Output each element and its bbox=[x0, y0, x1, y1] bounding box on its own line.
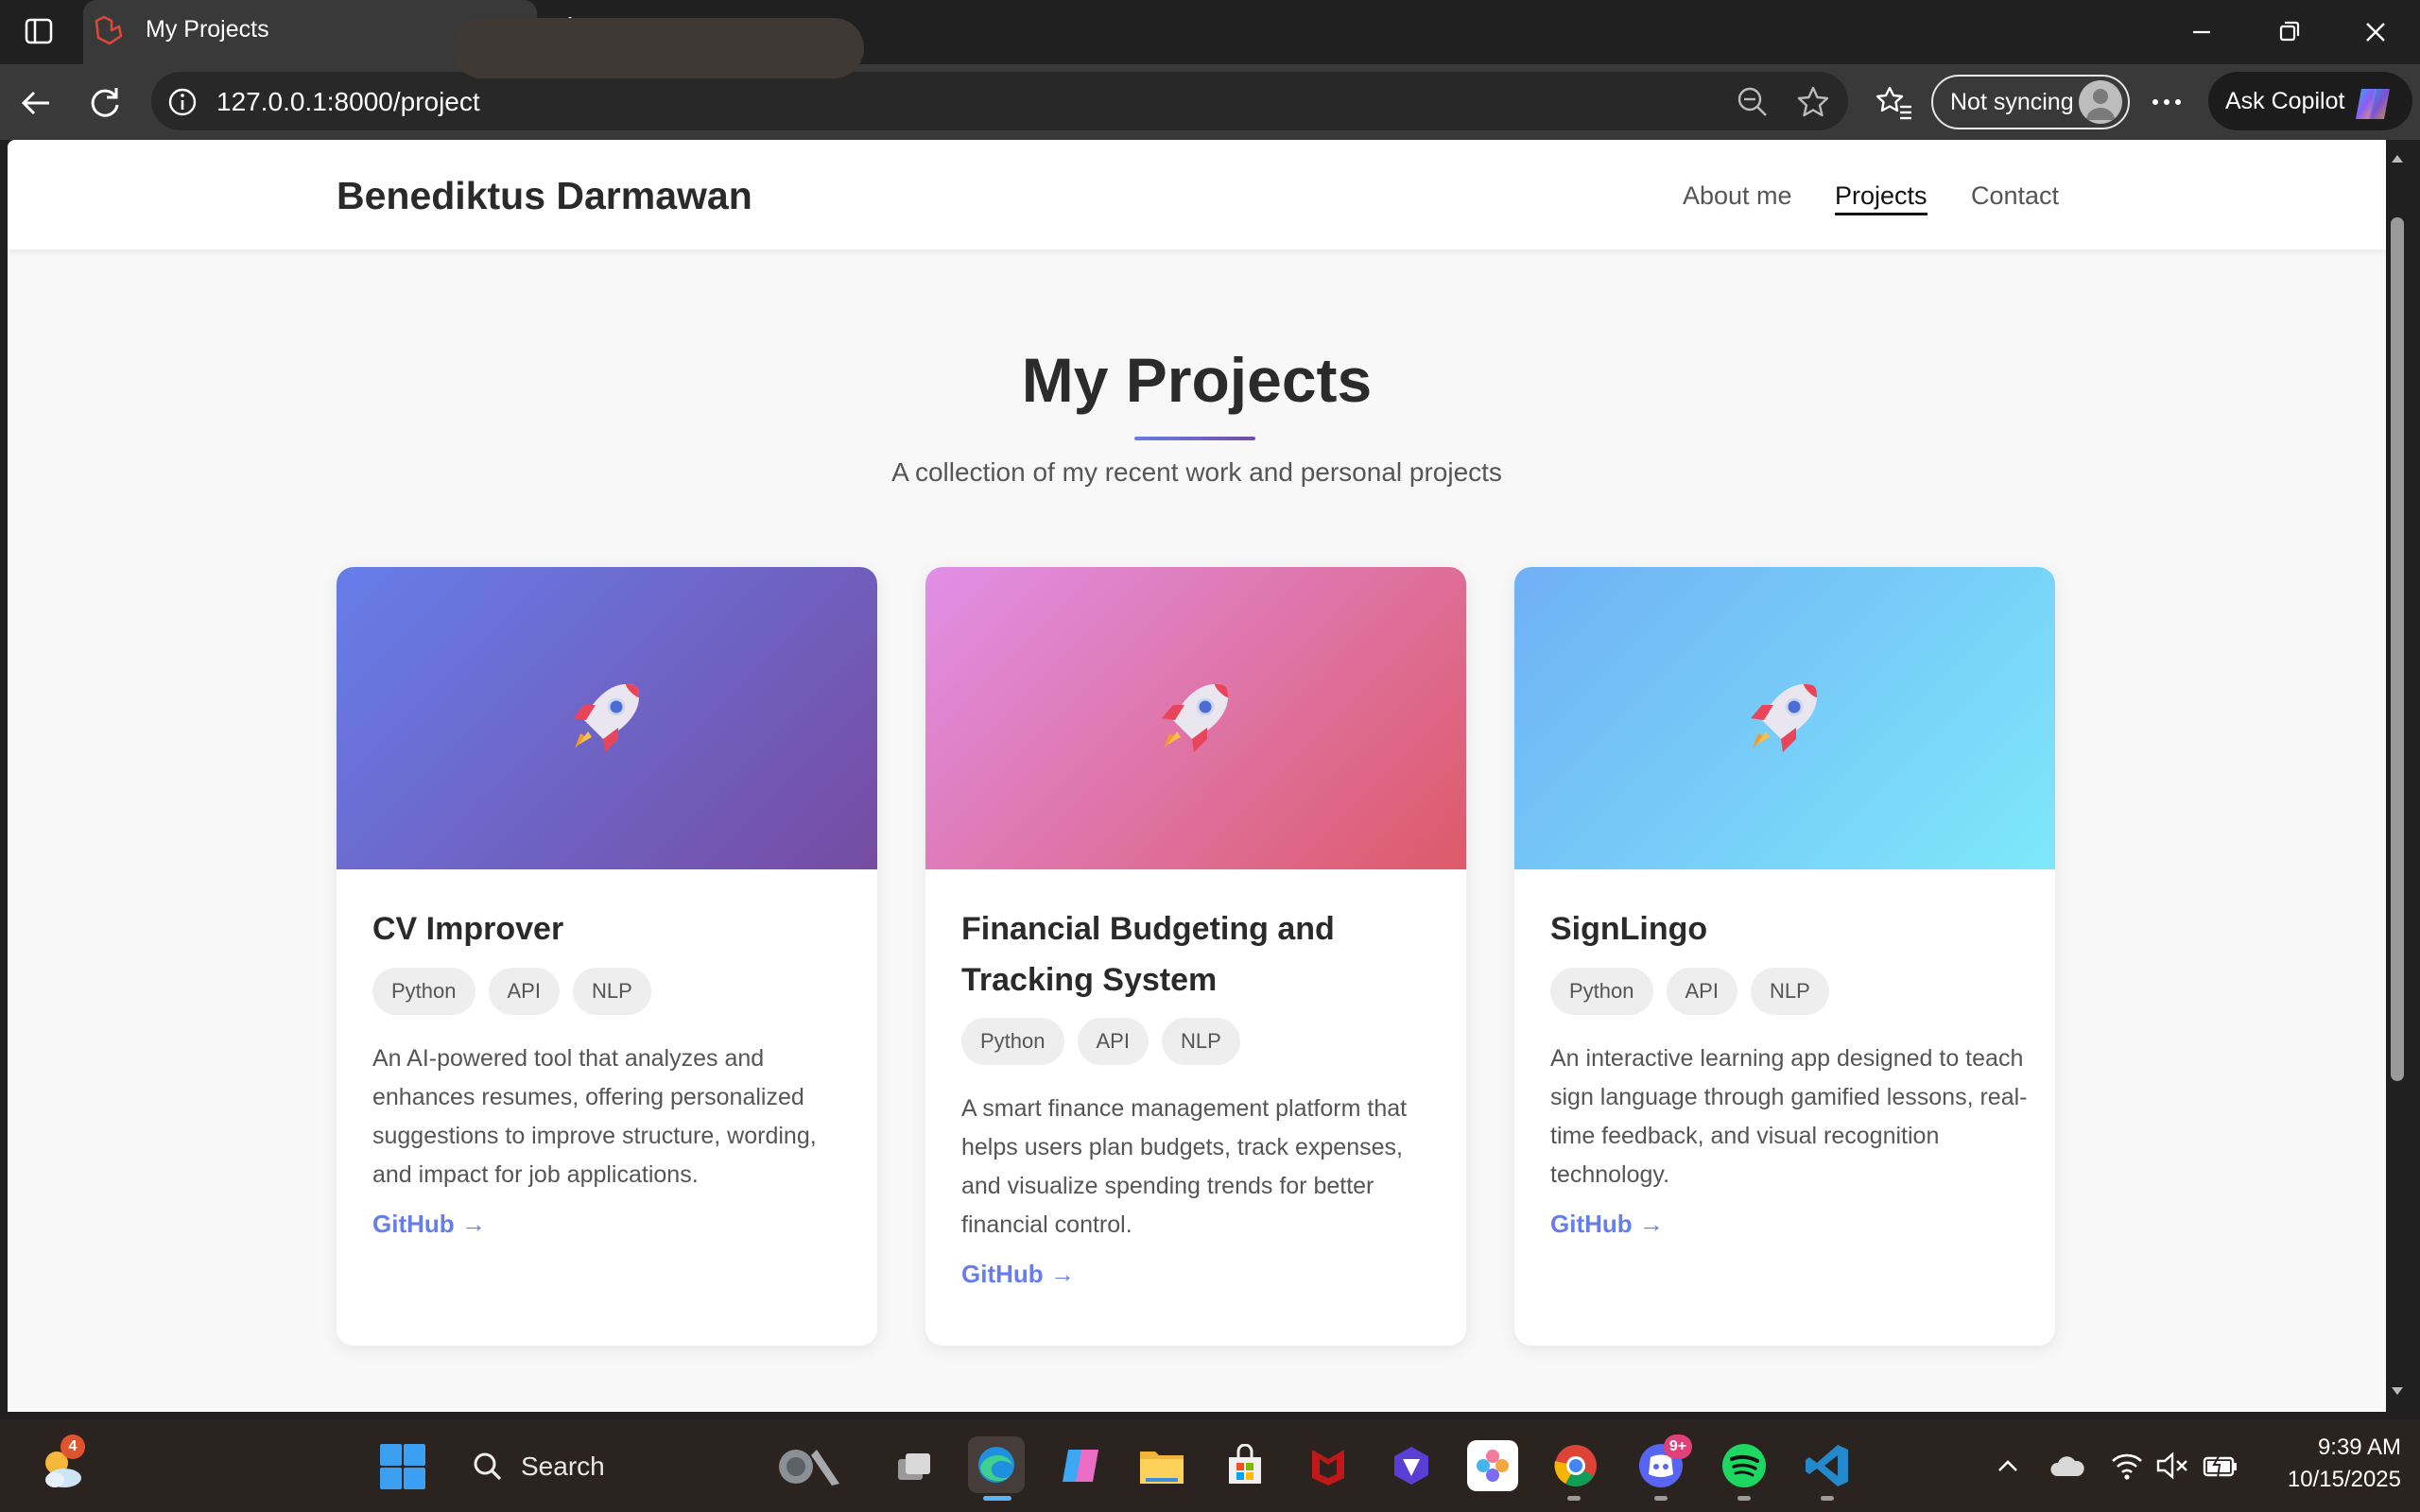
project-card: SignLingo Python API NLP An interactive … bbox=[1514, 567, 2055, 1346]
mcafee-icon[interactable] bbox=[1303, 1440, 1354, 1491]
title-underline bbox=[1134, 437, 1255, 440]
active-app-indicator bbox=[983, 1496, 1011, 1501]
restore-icon[interactable] bbox=[2267, 11, 2310, 53]
site-header: Benediktus Darmawan About me Projects Co… bbox=[8, 140, 2386, 249]
rocket-icon bbox=[1162, 684, 1228, 752]
taskbar-clock-date[interactable]: 10/15/2025 bbox=[2250, 1467, 2401, 1493]
back-icon[interactable] bbox=[17, 83, 57, 123]
running-app-indicator bbox=[1567, 1496, 1581, 1501]
running-app-indicator bbox=[1821, 1496, 1834, 1501]
github-link[interactable]: GitHub → bbox=[1550, 1210, 1664, 1239]
scroll-down-icon[interactable] bbox=[2390, 1383, 2405, 1399]
project-banner bbox=[1514, 567, 2055, 869]
more-menu-icon[interactable] bbox=[2148, 83, 2186, 121]
tag-api: API bbox=[488, 968, 560, 1015]
battery-charging-icon[interactable] bbox=[2203, 1450, 2238, 1482]
taskbar-search-placeholder: Search bbox=[521, 1452, 605, 1481]
project-description: An AI-powered tool that analyzes and enh… bbox=[372, 1045, 817, 1188]
close-window-icon[interactable] bbox=[2354, 11, 2397, 53]
github-link[interactable]: GitHub → bbox=[372, 1210, 486, 1239]
tag-python: Python bbox=[961, 1018, 1064, 1065]
page-subtitle: A collection of my recent work and perso… bbox=[891, 457, 1502, 487]
tag-api: API bbox=[1077, 1018, 1149, 1065]
tag-nlp: NLP bbox=[572, 968, 651, 1015]
page-viewport: Benediktus Darmawan About me Projects Co… bbox=[8, 140, 2386, 1412]
sidebar-toggle-icon[interactable] bbox=[21, 13, 57, 49]
site-brand[interactable]: Benediktus Darmawan bbox=[337, 174, 752, 218]
windows-start-icon[interactable] bbox=[378, 1442, 427, 1491]
url-text: 127.0.0.1:8000/project bbox=[216, 87, 480, 116]
chevron-up-icon[interactable] bbox=[1993, 1452, 2023, 1482]
refresh-icon[interactable] bbox=[85, 83, 125, 123]
site-info-icon[interactable] bbox=[166, 86, 199, 118]
running-app-indicator bbox=[1737, 1496, 1751, 1501]
microsoft-store-icon[interactable] bbox=[1219, 1440, 1270, 1491]
rocket-icon bbox=[1751, 684, 1817, 752]
sync-status-label: Not syncing bbox=[1950, 89, 2074, 115]
edge-taskbar-icon[interactable] bbox=[968, 1436, 1025, 1493]
discord-badge: 9+ bbox=[1664, 1435, 1692, 1459]
project-description: An interactive learning app designed to … bbox=[1550, 1045, 2028, 1188]
tag-nlp: NLP bbox=[1161, 1018, 1240, 1065]
favorite-star-icon[interactable] bbox=[1795, 84, 1831, 120]
browser-toolbar: 127.0.0.1:8000/project Not syncing Ask C… bbox=[0, 64, 2420, 140]
onedrive-icon[interactable] bbox=[2049, 1452, 2085, 1480]
proton-vpn-icon[interactable] bbox=[1386, 1440, 1437, 1491]
project-title: Financial Budgeting and Tracking System bbox=[961, 911, 1335, 998]
project-tags: Python API NLP bbox=[1550, 968, 1829, 1015]
tag-nlp: NLP bbox=[1750, 968, 1829, 1015]
weather-badge: 4 bbox=[60, 1435, 85, 1459]
tag-api: API bbox=[1666, 968, 1737, 1015]
project-title: CV Improver bbox=[372, 911, 564, 947]
nav-about-me[interactable]: About me bbox=[1683, 181, 1792, 211]
project-description: A smart finance management platform that… bbox=[961, 1095, 1408, 1238]
project-card: CV Improver Python API NLP An AI-powered… bbox=[337, 567, 877, 1346]
favorites-icon[interactable] bbox=[1876, 84, 1913, 122]
github-link[interactable]: GitHub → bbox=[961, 1260, 1075, 1289]
tab-title: My Projects bbox=[146, 16, 269, 43]
wifi-icon[interactable] bbox=[2110, 1450, 2144, 1482]
copilot-icon bbox=[2352, 83, 2394, 125]
project-tags: Python API NLP bbox=[961, 1018, 1240, 1065]
tag-python: Python bbox=[372, 968, 475, 1015]
rocket-icon bbox=[573, 684, 639, 752]
copilot-taskbar-icon[interactable] bbox=[1055, 1440, 1106, 1491]
project-card: Financial Budgeting and Tracking System … bbox=[925, 567, 1466, 1346]
project-banner bbox=[337, 567, 877, 869]
project-title: SignLingo bbox=[1550, 911, 1708, 947]
browser-tab-strip: My Projects bbox=[0, 0, 2420, 64]
scroll-up-icon[interactable] bbox=[2390, 151, 2405, 166]
profile-avatar[interactable] bbox=[2079, 80, 2122, 124]
vscode-icon[interactable] bbox=[1802, 1440, 1853, 1491]
project-banner bbox=[925, 567, 1466, 869]
search-icon bbox=[471, 1450, 505, 1484]
spotify-icon[interactable] bbox=[1719, 1440, 1770, 1491]
nav-projects[interactable]: Projects bbox=[1835, 181, 1927, 215]
task-view-icon[interactable] bbox=[889, 1442, 940, 1493]
scrollbar-thumb[interactable] bbox=[2391, 217, 2404, 1081]
search-highlight-icon bbox=[773, 1442, 853, 1491]
chrome-icon[interactable] bbox=[1550, 1440, 1601, 1491]
taskbar-clock-time[interactable]: 9:39 AM bbox=[2250, 1435, 2401, 1461]
volume-muted-icon[interactable] bbox=[2155, 1450, 2189, 1482]
taskbar-search[interactable] bbox=[452, 18, 864, 78]
project-tags: Python API NLP bbox=[372, 968, 651, 1015]
page-title: My Projects bbox=[1021, 345, 1373, 415]
zoom-out-icon[interactable] bbox=[1736, 85, 1770, 119]
minimize-icon[interactable] bbox=[2180, 11, 2223, 53]
photos-app-icon[interactable] bbox=[1467, 1440, 1518, 1491]
nav-contact[interactable]: Contact bbox=[1971, 181, 2059, 211]
running-app-indicator bbox=[1654, 1496, 1668, 1501]
tag-python: Python bbox=[1550, 968, 1653, 1015]
file-explorer-icon[interactable] bbox=[1136, 1440, 1187, 1491]
ask-copilot-label: Ask Copilot bbox=[2225, 88, 2345, 114]
laravel-favicon-icon bbox=[93, 15, 125, 47]
